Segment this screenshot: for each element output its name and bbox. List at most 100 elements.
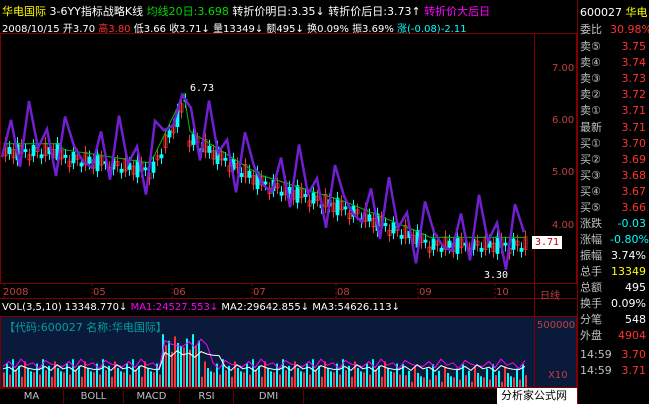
volume-bar <box>9 374 11 387</box>
volume-bar <box>141 376 143 387</box>
volume-bar <box>510 376 512 387</box>
high-annotation: 6.73 <box>190 83 215 94</box>
volume-bar <box>219 374 221 387</box>
candle-body <box>87 156 92 164</box>
volume-bar <box>159 374 161 387</box>
current-price-tag: 3.71 <box>532 236 563 249</box>
volume-bar <box>30 371 32 387</box>
formula-name: 3-6YY指标战略K线 <box>49 5 144 18</box>
candle-body <box>511 238 516 250</box>
volume-bar <box>213 372 215 387</box>
stat-outer: 外盘 4904 <box>580 329 646 342</box>
buy-2-row[interactable]: 买② 3.69 <box>580 152 646 168</box>
volume-bar <box>384 361 386 387</box>
volume-bar <box>27 368 29 387</box>
candle-body <box>95 153 100 172</box>
volume-bar <box>459 379 461 387</box>
volume-bar <box>231 376 233 387</box>
candle-body <box>495 236 500 254</box>
vol-title: VOL(3,5,10) <box>2 302 62 313</box>
latest-price: 3.71 <box>621 121 647 134</box>
stock-name: 华电国际 <box>2 5 46 18</box>
volume-bar <box>120 371 122 387</box>
sell-5-row[interactable]: 卖⑤ 3.75 <box>580 39 646 55</box>
volume-bar <box>249 374 251 387</box>
volume-bar <box>240 371 242 387</box>
tab-boll[interactable]: BOLL <box>64 390 124 404</box>
volume-bar <box>207 368 209 387</box>
volume-bar <box>435 375 437 387</box>
vol-ma3: MA3:54626.113 <box>312 302 392 313</box>
volume-bar <box>501 381 503 387</box>
candle-body <box>223 157 228 161</box>
volume-bar <box>333 372 335 387</box>
volume-bar <box>441 381 443 387</box>
volume-bar <box>69 374 71 387</box>
sell-2-row[interactable]: 卖② 3.72 <box>580 87 646 103</box>
volume-bar <box>186 338 188 387</box>
latest-label: 最新 <box>580 121 602 134</box>
tab-rsi[interactable]: RSI <box>180 390 234 404</box>
x-tick-05: 05 <box>93 287 106 298</box>
volume-bar <box>21 376 23 387</box>
tab-ma[interactable]: MA <box>0 390 64 404</box>
volume-bar <box>138 365 140 387</box>
volume-bar <box>78 365 80 387</box>
buy-1-row[interactable]: 买① 3.70 <box>580 136 646 152</box>
bar-volume: 量13349 <box>213 24 255 35</box>
volume-bar <box>504 366 506 387</box>
volume-bar <box>393 372 395 387</box>
volume-bar <box>183 347 185 387</box>
volume-bar <box>477 373 479 387</box>
volume-bar <box>363 372 365 387</box>
stat-turnover: 换手 0.09% <box>580 297 646 310</box>
buy-5-row[interactable]: 买⑤ 3.66 <box>580 200 646 216</box>
sell-1-row[interactable]: 卖① 3.71 <box>580 103 646 119</box>
period-label[interactable]: 日线 <box>540 287 560 302</box>
volume-bar <box>447 373 449 387</box>
sell-4-row[interactable]: 卖④ 3.74 <box>580 55 646 71</box>
volume-bar <box>387 368 389 387</box>
vol-value: 13348.770 <box>64 302 119 313</box>
volume-bar <box>390 371 392 387</box>
weibi-label: 委比 <box>580 23 602 36</box>
candle-body <box>119 168 124 173</box>
bar-turnover: 换0.09% <box>307 24 349 35</box>
tick-row-2: 14:59 3.71 <box>580 364 646 377</box>
tab-macd[interactable]: MACD <box>124 390 180 404</box>
volume-bar <box>303 372 305 387</box>
volume-bar <box>285 370 287 387</box>
stat-total-amount: 总额 495 <box>580 281 646 294</box>
volume-bar <box>270 371 272 387</box>
sell-3-row[interactable]: 卖③ 3.73 <box>580 71 646 87</box>
candle-body <box>431 238 436 250</box>
chart-title-bar: 华电国际 3-6YY指标战略K线 均线20日:3.698 转折价明日:3.35↓… <box>2 5 491 18</box>
volume-bar <box>516 368 518 387</box>
volume-bar <box>75 370 77 387</box>
volume-bar <box>420 376 422 387</box>
volume-bar <box>84 361 86 387</box>
x-tick-08: 08 <box>337 287 350 298</box>
volume-bar <box>18 365 20 387</box>
tick-row-1: 14:59 3.70 <box>580 348 646 361</box>
candle-body <box>503 242 508 246</box>
stat-ticks: 分笔 548 <box>580 313 646 326</box>
turn-day-after: 转折价后日:3.73 <box>328 5 412 18</box>
candle-body <box>383 223 388 226</box>
candle-body <box>63 154 68 158</box>
ma-label: 均线20日:3.698 <box>146 5 229 18</box>
candle-body <box>399 234 404 239</box>
tab-dmi[interactable]: DMI <box>234 390 304 404</box>
buy-3-row[interactable]: 买③ 3.68 <box>580 168 646 184</box>
candle-body <box>151 161 156 173</box>
candle-body <box>519 247 524 252</box>
x-tick-07: 07 <box>253 287 266 298</box>
volume-bar <box>369 374 371 387</box>
volume-bar <box>330 371 332 387</box>
buy-4-row[interactable]: 买④ 3.67 <box>580 184 646 200</box>
volume-bar <box>315 370 317 387</box>
quote-panel: 600027 华电 委比 30.98% 卖⑤ 3.75 卖④ 3.74 卖③ 3.73 … <box>577 0 649 404</box>
stat-amplitude: 振幅 3.74% <box>580 249 646 262</box>
candle-body <box>391 222 396 234</box>
volume-bar <box>453 377 455 387</box>
